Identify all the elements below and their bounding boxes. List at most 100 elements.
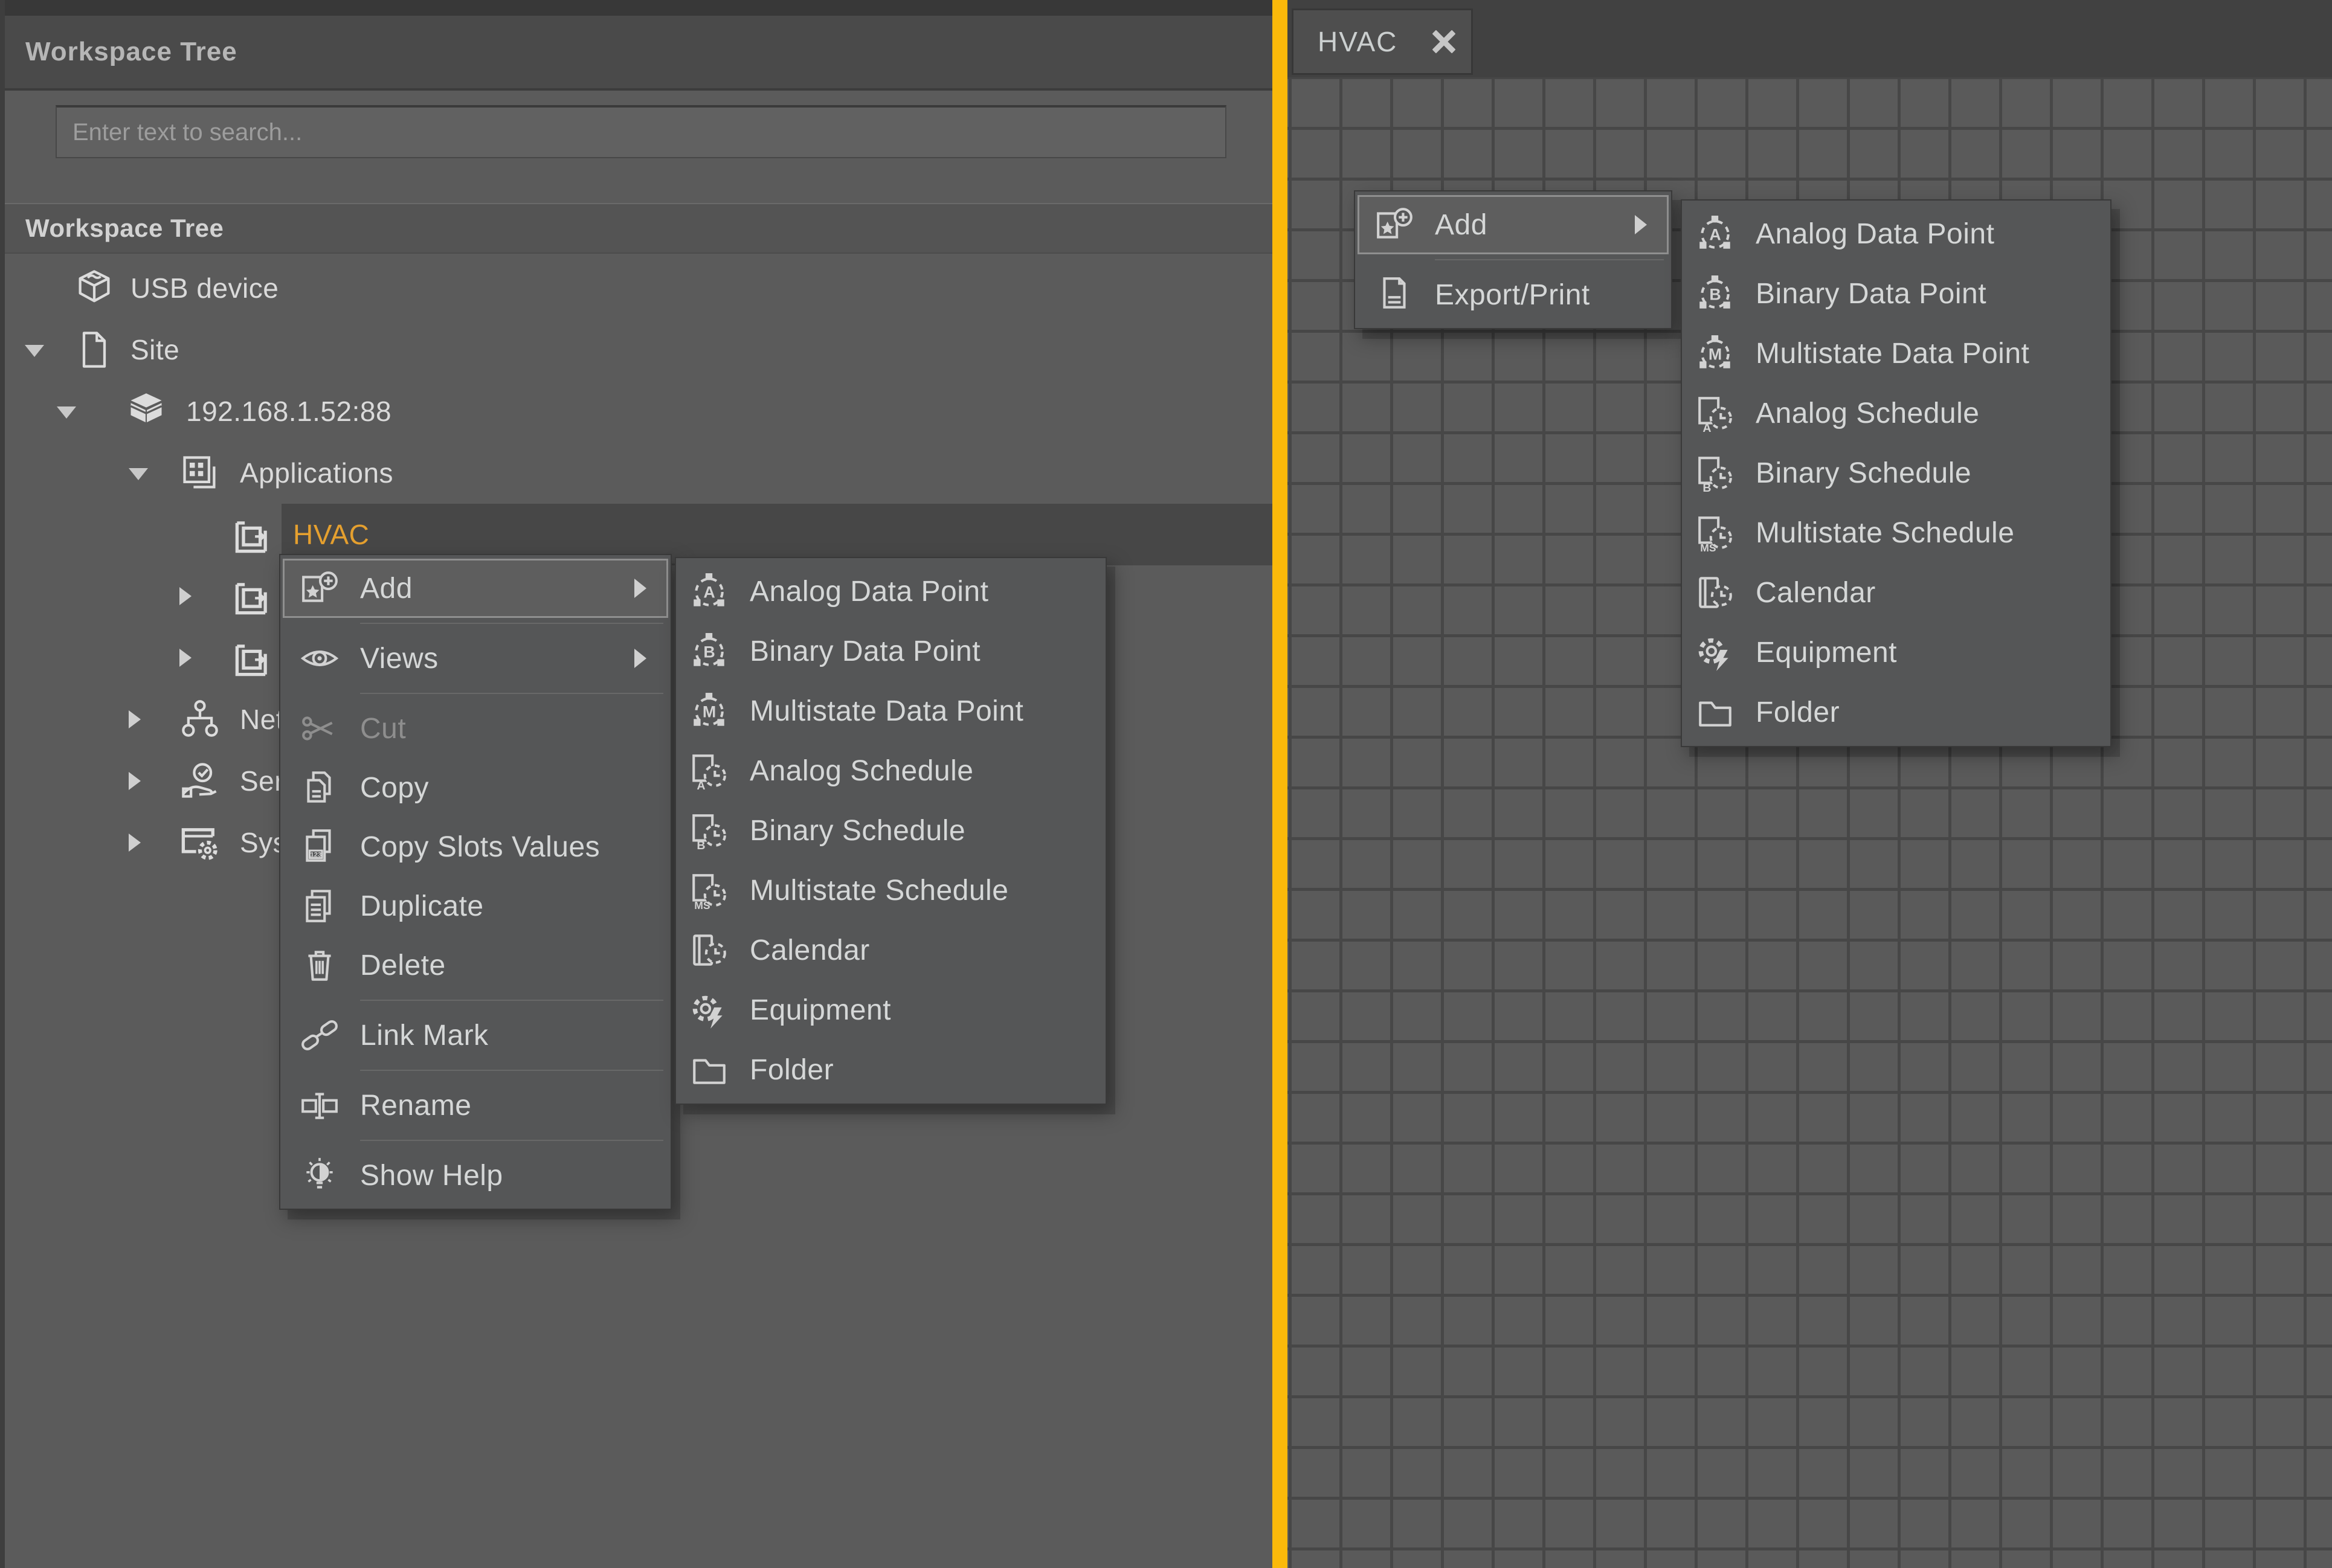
menu-item-multistate-data-point[interactable]: Multistate Data Point bbox=[1684, 324, 2108, 384]
expand-arrow-icon[interactable] bbox=[129, 772, 141, 790]
analog-data-point-icon bbox=[689, 572, 729, 612]
menu-item-add[interactable]: Add bbox=[1358, 195, 1669, 254]
system-icon bbox=[179, 822, 221, 863]
collapse-arrow-icon[interactable] bbox=[57, 406, 76, 419]
menu-item-equipment[interactable]: Equipment bbox=[678, 980, 1103, 1040]
menu-item-link-mark[interactable]: Link Mark bbox=[283, 1006, 668, 1065]
menu-separator bbox=[283, 618, 668, 629]
menu-item-folder[interactable]: Folder bbox=[678, 1040, 1103, 1100]
ismatool-window: 123 bbox=[0, 0, 2332, 1568]
menu-item-binary-data-point[interactable]: Binary Data Point bbox=[1684, 264, 2108, 324]
menu-item-label: Multistate Data Point bbox=[1756, 337, 2029, 370]
menu-item-label: Calendar bbox=[750, 934, 870, 967]
close-icon[interactable] bbox=[1429, 27, 1459, 57]
expand-arrow-icon[interactable] bbox=[129, 710, 141, 728]
multistate-data-point-icon bbox=[689, 692, 729, 731]
canvas-add-submenu: Analog Data Point Binary Data Point Multis… bbox=[1681, 199, 2111, 747]
network-icon bbox=[179, 699, 221, 740]
menu-item-label: Duplicate bbox=[360, 890, 484, 923]
menu-separator bbox=[1358, 254, 1669, 265]
scissors-icon bbox=[300, 708, 340, 748]
menu-item-cut: Cut bbox=[283, 699, 668, 758]
search-input[interactable] bbox=[56, 105, 1226, 158]
tree-item-label: Net bbox=[240, 689, 284, 750]
menu-item-label: Link Mark bbox=[360, 1019, 489, 1052]
tree-section-title: Workspace Tree bbox=[25, 214, 224, 243]
menu-item-analog-data-point[interactable]: Analog Data Point bbox=[678, 562, 1103, 622]
menu-item-show-help[interactable]: Show Help bbox=[283, 1146, 668, 1205]
tree-item-label: USB device bbox=[130, 257, 279, 319]
collapse-arrow-icon[interactable] bbox=[25, 345, 44, 357]
menu-item-binary-data-point[interactable]: Binary Data Point bbox=[678, 622, 1103, 681]
equipment-icon bbox=[1695, 633, 1735, 673]
application-icon bbox=[233, 637, 274, 678]
menu-item-label: Binary Data Point bbox=[1756, 277, 1986, 310]
tree-item-site[interactable]: Site bbox=[5, 319, 1277, 381]
expand-arrow-icon[interactable] bbox=[179, 649, 192, 667]
add-icon bbox=[300, 568, 340, 608]
menu-item-calendar[interactable]: Calendar bbox=[1684, 563, 2108, 623]
calendar-icon bbox=[689, 931, 729, 971]
menu-item-copy-slots-values[interactable]: Copy Slots Values bbox=[283, 817, 668, 876]
menu-item-copy[interactable]: Copy bbox=[283, 758, 668, 817]
menu-item-label: Show Help bbox=[360, 1159, 503, 1192]
menu-item-binary-schedule[interactable]: Binary Schedule bbox=[678, 801, 1103, 861]
submenu-arrow-icon bbox=[634, 649, 646, 668]
binary-data-point-icon bbox=[689, 632, 729, 672]
menu-item-label: Views bbox=[360, 642, 439, 675]
menu-item-label: Analog Schedule bbox=[750, 754, 973, 788]
menu-item-label: Analog Schedule bbox=[1756, 397, 1979, 430]
tree-item-label: Ser bbox=[240, 750, 284, 812]
menu-item-binary-schedule[interactable]: Binary Schedule bbox=[1684, 443, 2108, 503]
tree-item-192-168-1-52-88[interactable]: 192.168.1.52:88 bbox=[5, 381, 1277, 442]
menu-item-duplicate[interactable]: Duplicate bbox=[283, 876, 668, 936]
menu-item-rename[interactable]: Rename bbox=[283, 1076, 668, 1135]
expand-arrow-icon[interactable] bbox=[129, 834, 141, 852]
canvas-context-menu: Add Export/Print bbox=[1354, 190, 1672, 329]
menu-item-folder[interactable]: Folder bbox=[1684, 683, 2108, 742]
menu-item-label: Equipment bbox=[1756, 636, 1897, 669]
expand-arrow-icon[interactable] bbox=[179, 587, 192, 605]
menu-item-label: Binary Schedule bbox=[1756, 457, 1971, 490]
panel-header: Workspace Tree bbox=[5, 16, 1272, 91]
menu-item-delete[interactable]: Delete bbox=[283, 936, 668, 995]
menu-item-views[interactable]: Views bbox=[283, 629, 668, 688]
hvac-context-menu: Add Views CutCopy Copy Slots Values Duplicat… bbox=[279, 554, 672, 1210]
panel-splitter[interactable] bbox=[1272, 0, 1287, 1568]
rename-icon bbox=[300, 1085, 340, 1125]
tree-item-usb-device[interactable]: USB device bbox=[5, 257, 1277, 319]
collapse-arrow-icon[interactable] bbox=[129, 468, 148, 480]
export-print-icon bbox=[1374, 275, 1414, 315]
applications-icon bbox=[179, 452, 221, 493]
menu-item-label: Copy Slots Values bbox=[360, 831, 600, 864]
menu-item-label: Folder bbox=[750, 1053, 834, 1087]
binary-data-point-icon bbox=[1695, 274, 1735, 314]
multistate-data-point-icon bbox=[1695, 334, 1735, 374]
menu-separator bbox=[283, 995, 668, 1006]
menu-item-analog-schedule[interactable]: Analog Schedule bbox=[678, 741, 1103, 801]
duplicate-icon bbox=[300, 886, 340, 926]
menu-item-label: Export/Print bbox=[1435, 278, 1590, 312]
controller-icon bbox=[126, 391, 167, 432]
menu-item-multistate-data-point[interactable]: Multistate Data Point bbox=[678, 681, 1103, 741]
menu-item-label: Add bbox=[360, 572, 413, 605]
menu-item-analog-data-point[interactable]: Analog Data Point bbox=[1684, 204, 2108, 264]
menu-item-multistate-schedule[interactable]: Multistate Schedule bbox=[678, 861, 1103, 921]
tab-hvac[interactable]: HVAC bbox=[1292, 8, 1473, 75]
tab-bar: HVAC bbox=[1287, 0, 2332, 77]
lightbulb-icon bbox=[300, 1155, 340, 1195]
menu-separator bbox=[283, 688, 668, 699]
menu-item-export-print[interactable]: Export/Print bbox=[1358, 265, 1669, 324]
menu-item-label: Folder bbox=[1756, 696, 1840, 729]
tree-item-applications[interactable]: Applications bbox=[5, 442, 1277, 504]
menu-item-multistate-schedule[interactable]: Multistate Schedule bbox=[1684, 503, 2108, 563]
tree-item-label: 192.168.1.52:88 bbox=[186, 381, 391, 442]
menu-item-add[interactable]: Add bbox=[283, 559, 668, 618]
menu-item-analog-schedule[interactable]: Analog Schedule bbox=[1684, 384, 2108, 443]
add-submenu: Analog Data PointBinary Data PointMultis… bbox=[675, 557, 1107, 1105]
panel-title: Workspace Tree bbox=[25, 37, 237, 67]
menu-item-calendar[interactable]: Calendar bbox=[678, 921, 1103, 980]
menu-item-equipment[interactable]: Equipment bbox=[1684, 623, 2108, 683]
copy-icon bbox=[300, 768, 340, 808]
site-icon bbox=[74, 329, 115, 370]
